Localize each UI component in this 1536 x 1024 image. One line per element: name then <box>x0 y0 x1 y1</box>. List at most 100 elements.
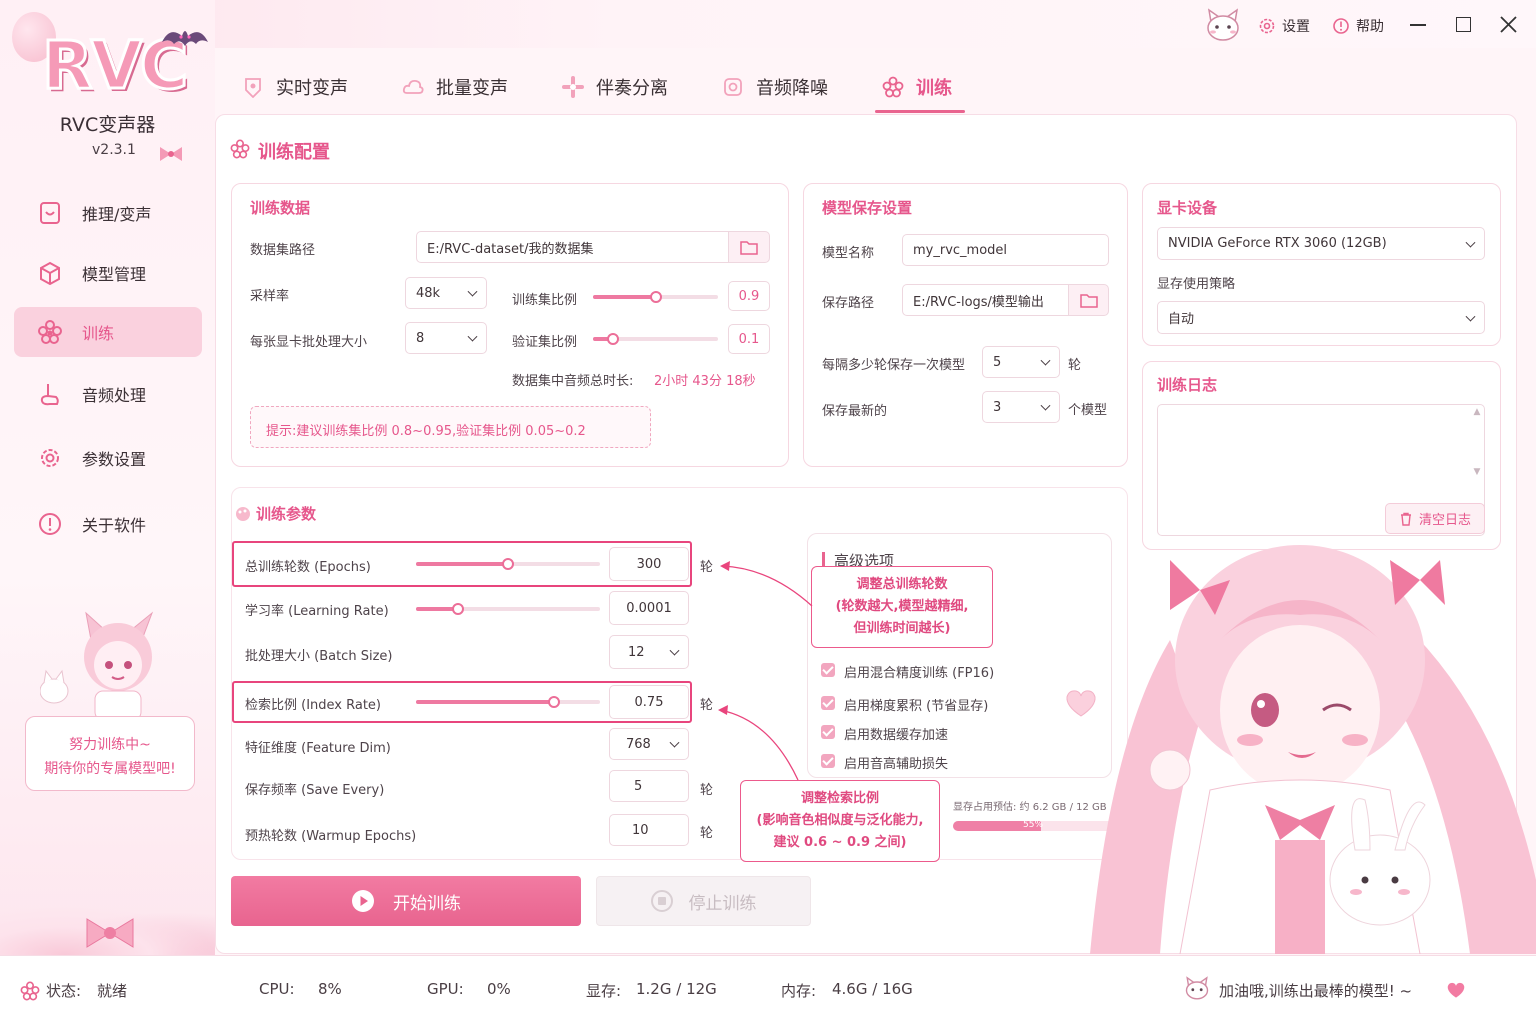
save-path-label: 保存路径 <box>822 296 875 311</box>
keep-latest-label: 保存最新的 <box>822 404 888 419</box>
batch-per-gpu-label: 每张显卡批处理大小 <box>250 335 368 350</box>
sidebar-item-inference[interactable]: 推理/变声 <box>14 188 202 238</box>
anime-girl-image <box>1050 520 1536 954</box>
keep-latest-select[interactable]: 3 <box>982 391 1060 423</box>
help-label: 帮助 <box>1356 19 1384 35</box>
gpu-label: GPU: <box>427 980 464 998</box>
bow-icon <box>160 147 182 161</box>
callout-line: 调整总训练轮数 <box>856 577 948 592</box>
minimize-button[interactable] <box>1410 24 1426 26</box>
stop-training-button[interactable]: 停止训练 <box>596 876 811 926</box>
sidebar-item-about[interactable]: 关于软件 <box>14 499 202 549</box>
flower-icon <box>230 139 250 159</box>
save-freq-label: 保存频率 (Save Every) <box>245 783 385 798</box>
section-title: 训练日志 <box>1157 376 1218 394</box>
lr-label: 学习率 (Learning Rate) <box>245 604 389 619</box>
section-title: 显卡设备 <box>1157 199 1218 217</box>
train-ratio-value[interactable]: 0.9 <box>728 281 770 311</box>
browse-folder-button[interactable] <box>728 231 770 263</box>
maximize-button[interactable] <box>1456 17 1471 32</box>
sidebar-item-audio[interactable]: 音频处理 <box>14 369 202 419</box>
section-title: 模型保存设置 <box>822 199 913 217</box>
val-ratio-label: 验证集比例 <box>512 335 578 350</box>
cpu-label: CPU: <box>259 980 295 998</box>
sidebar-item-models[interactable]: 模型管理 <box>14 248 202 298</box>
train-ratio-slider[interactable] <box>593 290 718 304</box>
vram-label: 显存: <box>586 982 622 1000</box>
tab-label: 训练 <box>916 78 952 99</box>
flower-icon <box>36 318 64 346</box>
tab-label: 音频降噪 <box>756 78 828 99</box>
folder-icon <box>1079 293 1098 308</box>
mem-strategy-select[interactable]: 自动 <box>1157 301 1485 334</box>
model-name-input[interactable]: my_rvc_model <box>902 234 1109 266</box>
stop-training-label: 停止训练 <box>688 893 757 914</box>
lr-input[interactable]: 0.0001 <box>609 591 689 625</box>
box-icon <box>36 259 64 287</box>
keep-latest-unit: 个模型 <box>1068 403 1108 418</box>
mascot-message-line: 努力训练中~ <box>69 737 151 753</box>
vram-percent: 55% <box>1023 820 1044 830</box>
pitch-loss-label: 启用音高辅助损失 <box>844 757 949 772</box>
sample-rate-label: 采样率 <box>250 289 290 304</box>
tab-realtime[interactable]: 实时变声 <box>242 62 348 112</box>
batch-per-gpu-select[interactable]: 8 <box>405 322 487 354</box>
info-icon <box>36 510 64 538</box>
dataset-path-input[interactable]: E:/RVC-dataset/我的数据集 <box>416 231 729 263</box>
sparkle-shield-icon <box>245 78 261 98</box>
val-ratio-slider[interactable] <box>593 332 718 346</box>
browse-folder-button[interactable] <box>1068 284 1109 316</box>
save-path-input[interactable]: E:/RVC-logs/模型输出 <box>902 284 1069 316</box>
audio-hand-icon <box>36 380 64 408</box>
epochs-highlight-box <box>232 541 692 587</box>
sidebar-item-label: 模型管理 <box>82 265 147 284</box>
sidebar-item-training[interactable]: 训练 <box>14 307 202 357</box>
cloud-icon <box>402 79 424 94</box>
sidebar-item-label: 推理/变声 <box>82 205 152 224</box>
batch-size-select[interactable]: 12 <box>609 635 689 669</box>
dataset-path-label: 数据集路径 <box>250 243 316 258</box>
sidebar-item-settings[interactable]: 参数设置 <box>14 433 202 483</box>
mem-strategy-label: 显存使用策略 <box>1157 277 1236 292</box>
sample-rate-select[interactable]: 48k <box>405 277 487 309</box>
palette-icon <box>236 507 250 521</box>
gpu-device-select[interactable]: NVIDIA GeForce RTX 3060 (12GB) <box>1157 227 1485 260</box>
app-version: v2.3.1 <box>92 142 136 158</box>
ram-value: 4.6G / 16G <box>832 980 913 998</box>
cat-avatar-icon[interactable] <box>1203 8 1243 44</box>
hint-text: 提示:建议训练集比例 0.8~0.95,验证集比例 0.05~0.2 <box>266 424 586 439</box>
tab-denoise[interactable]: 音频降噪 <box>722 62 828 112</box>
sidebar-item-label: 音频处理 <box>82 386 147 405</box>
val-ratio-value[interactable]: 0.1 <box>728 324 770 354</box>
tab-label: 伴奏分离 <box>596 78 668 99</box>
status-label: 状态: <box>46 982 82 1000</box>
start-training-button[interactable]: 开始训练 <box>231 876 581 926</box>
duration-value: 2小时 43分 18秒 <box>654 374 756 389</box>
warmup-input[interactable]: 10 <box>609 814 689 846</box>
lr-slider[interactable] <box>416 602 600 616</box>
section-title: 训练参数 <box>256 505 317 523</box>
save-freq-input[interactable]: 5 <box>609 770 689 802</box>
model-name-label: 模型名称 <box>822 246 875 261</box>
app-title: RVC变声器 <box>59 114 156 136</box>
tab-separation[interactable]: 伴奏分离 <box>562 62 668 112</box>
chibi-mascot-image <box>39 605 190 721</box>
gpu-value: 0% <box>487 980 511 998</box>
log-scrollbar[interactable]: ▲ ▼ <box>1470 406 1484 490</box>
fp16-label: 启用混合精度训练 (FP16) <box>844 666 995 681</box>
save-every-select[interactable]: 5 <box>982 346 1060 378</box>
feature-dim-select[interactable]: 768 <box>609 728 689 760</box>
start-training-label: 开始训练 <box>393 893 461 914</box>
help-button[interactable]: 帮助 <box>1332 16 1384 36</box>
flower-icon <box>882 76 904 98</box>
active-tab-underline <box>875 110 965 113</box>
feature-dim-label: 特征维度 (Feature Dim) <box>245 741 391 756</box>
speaker-box-icon <box>724 78 742 96</box>
settings-button[interactable]: 设置 <box>1258 16 1310 36</box>
tab-batch[interactable]: 批量变声 <box>402 62 508 112</box>
cat-icon <box>1185 976 1209 1000</box>
tab-training[interactable]: 训练 <box>882 62 952 112</box>
close-icon[interactable] <box>1500 16 1517 33</box>
index-highlight-box <box>232 681 692 723</box>
tab-label: 实时变声 <box>276 78 348 99</box>
